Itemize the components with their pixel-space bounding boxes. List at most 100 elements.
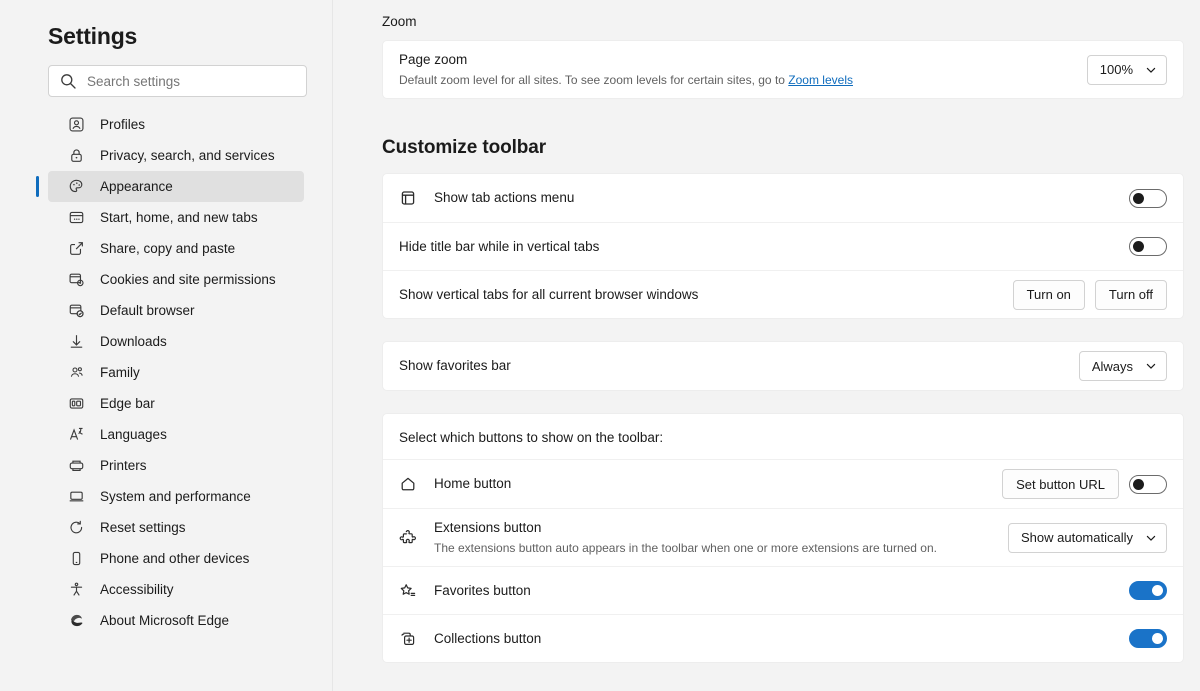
toolbar-options-card: Show tab actions menu Hide title bar whi… (382, 173, 1184, 319)
sidebar-item-default-browser[interactable]: Default browser (48, 295, 304, 326)
sidebar: Settings Profiles (0, 0, 333, 691)
favorites-bar-card: Show favorites bar Always (382, 341, 1184, 391)
sidebar-item-label: Share, copy and paste (100, 241, 236, 256)
show-favorites-bar-row: Show favorites bar Always (383, 342, 1183, 390)
sidebar-item-label: Cookies and site permissions (100, 272, 276, 287)
sidebar-item-appearance[interactable]: Appearance (36, 171, 304, 202)
favorites-star-icon (399, 582, 417, 600)
hide-title-bar-body: Hide title bar while in vertical tabs (399, 228, 1115, 266)
sidebar-item-privacy-search-services[interactable]: Privacy, search, and services (48, 140, 304, 171)
sidebar-item-start-home-new-tabs[interactable]: Start, home, and new tabs (48, 202, 304, 233)
favorites-button-actions (1129, 581, 1167, 600)
turn-on-button[interactable]: Turn on (1012, 279, 1085, 310)
sidebar-item-about-microsoft-edge[interactable]: About Microsoft Edge (48, 605, 304, 636)
site-permissions-icon (68, 271, 85, 288)
turn-off-button[interactable]: Turn off (1094, 279, 1167, 310)
show-favorites-bar-select-value: Always (1091, 358, 1133, 374)
hide-title-bar-row: Hide title bar while in vertical tabs (383, 222, 1183, 270)
sidebar-item-label: Edge bar (100, 396, 155, 411)
sidebar-item-share-copy-paste[interactable]: Share, copy and paste (48, 233, 304, 264)
palette-icon (68, 178, 85, 195)
sidebar-item-profiles[interactable]: Profiles (48, 109, 304, 140)
window-dots-icon (68, 209, 85, 226)
sidebar-item-family[interactable]: Family (48, 357, 304, 388)
extensions-button-select[interactable]: Show automatically (1008, 522, 1167, 553)
extensions-button-actions: Show automatically (1008, 522, 1167, 553)
collections-button-body: Collections button (434, 620, 1115, 658)
hide-title-bar-actions (1129, 237, 1167, 256)
favorites-button-toggle[interactable] (1129, 581, 1167, 600)
sidebar-item-reset-settings[interactable]: Reset settings (48, 512, 304, 543)
sidebar-item-accessibility[interactable]: Accessibility (48, 574, 304, 605)
page-zoom-description: Default zoom level for all sites. To see… (399, 72, 1073, 89)
customize-toolbar-heading: Customize toolbar (382, 137, 547, 158)
sidebar-item-label: Downloads (100, 334, 167, 349)
phone-icon (68, 550, 85, 567)
hide-title-bar-toggle[interactable] (1129, 237, 1167, 256)
lock-icon (68, 147, 85, 164)
sidebar-item-label: Default browser (100, 303, 195, 318)
extensions-button-label: Extensions button (434, 520, 542, 535)
page-zoom-description-text: Default zoom level for all sites. To see… (399, 73, 789, 87)
collections-icon (399, 630, 417, 648)
show-favorites-bar-actions: Always (1078, 351, 1167, 381)
sidebar-item-phone-and-other-devices[interactable]: Phone and other devices (48, 543, 304, 574)
sidebar-item-label: About Microsoft Edge (100, 613, 230, 628)
settings-page: Settings Profiles (0, 0, 1200, 691)
show-vertical-tabs-actions: Turn on Turn off (1012, 279, 1167, 310)
puzzle-icon (399, 529, 417, 547)
accessibility-icon (68, 581, 85, 598)
toolbar-buttons-card: Select which buttons to show on the tool… (382, 413, 1184, 663)
show-favorites-bar-select[interactable]: Always (1078, 351, 1167, 381)
show-vertical-tabs-label: Show vertical tabs for all current brows… (399, 286, 699, 302)
show-tab-actions-menu-toggle[interactable] (1129, 188, 1167, 208)
sidebar-item-label: Start, home, and new tabs (100, 210, 258, 225)
home-icon (399, 475, 417, 493)
edge-bar-icon (68, 395, 85, 412)
search-settings-box[interactable] (48, 65, 307, 97)
collections-button-toggle[interactable] (1129, 629, 1167, 648)
home-button-toggle[interactable] (1129, 474, 1167, 494)
search-input[interactable] (87, 73, 296, 89)
page-zoom-select-value: 100% (1099, 62, 1133, 77)
family-people-icon (68, 364, 85, 381)
show-tab-actions-menu-body: Show tab actions menu (434, 179, 1115, 217)
show-vertical-tabs-body: Show vertical tabs for all current brows… (399, 276, 999, 314)
main-content: Zoom Page zoom Default zoom level for al… (333, 0, 1200, 691)
show-tab-actions-menu-row: Show tab actions menu (383, 174, 1183, 222)
page-zoom-row: Page zoom Default zoom level for all sit… (383, 41, 1183, 98)
settings-nav: Profiles Privacy, search, and services A… (0, 109, 332, 636)
profile-icon (68, 116, 85, 133)
page-zoom-title: Page zoom (399, 52, 468, 67)
extensions-button-description: The extensions button auto appears in th… (434, 541, 937, 555)
default-browser-icon (68, 302, 85, 319)
sidebar-item-system-and-performance[interactable]: System and performance (48, 481, 304, 512)
zoom-levels-link[interactable]: Zoom levels (788, 73, 853, 87)
page-zoom-select[interactable]: 100% (1086, 54, 1167, 85)
home-button-label: Home button (434, 476, 512, 491)
favorites-button-label: Favorites button (434, 582, 531, 598)
sidebar-item-edge-bar[interactable]: Edge bar (48, 388, 304, 419)
show-vertical-tabs-row: Show vertical tabs for all current brows… (383, 270, 1183, 318)
sidebar-item-label: Phone and other devices (100, 551, 250, 566)
sidebar-item-label: System and performance (100, 489, 251, 504)
sidebar-item-cookies-site-permissions[interactable]: Cookies and site permissions (48, 264, 304, 295)
search-icon (59, 72, 77, 90)
sidebar-item-label: Reset settings (100, 520, 186, 535)
sidebar-item-label: Appearance (100, 179, 173, 194)
sidebar-item-label: Printers (100, 458, 147, 473)
extensions-button-select-value: Show automatically (1021, 530, 1133, 545)
show-tab-actions-menu-actions (1129, 188, 1167, 208)
chevron-down-icon (1145, 64, 1157, 76)
sidebar-item-downloads[interactable]: Downloads (48, 326, 304, 357)
extensions-button-body: Extensions button The extensions button … (434, 509, 994, 566)
sidebar-item-label: Family (100, 365, 140, 380)
show-favorites-bar-body: Show favorites bar (399, 347, 1065, 385)
home-button-row: Home button Set button URL (383, 460, 1183, 508)
download-arrow-icon (68, 333, 85, 350)
sidebar-item-label: Languages (100, 427, 167, 442)
sidebar-item-printers[interactable]: Printers (48, 450, 304, 481)
page-zoom-body: Page zoom Default zoom level for all sit… (399, 41, 1073, 98)
set-button-url-button[interactable]: Set button URL (1002, 469, 1119, 499)
sidebar-item-languages[interactable]: Languages (48, 419, 304, 450)
